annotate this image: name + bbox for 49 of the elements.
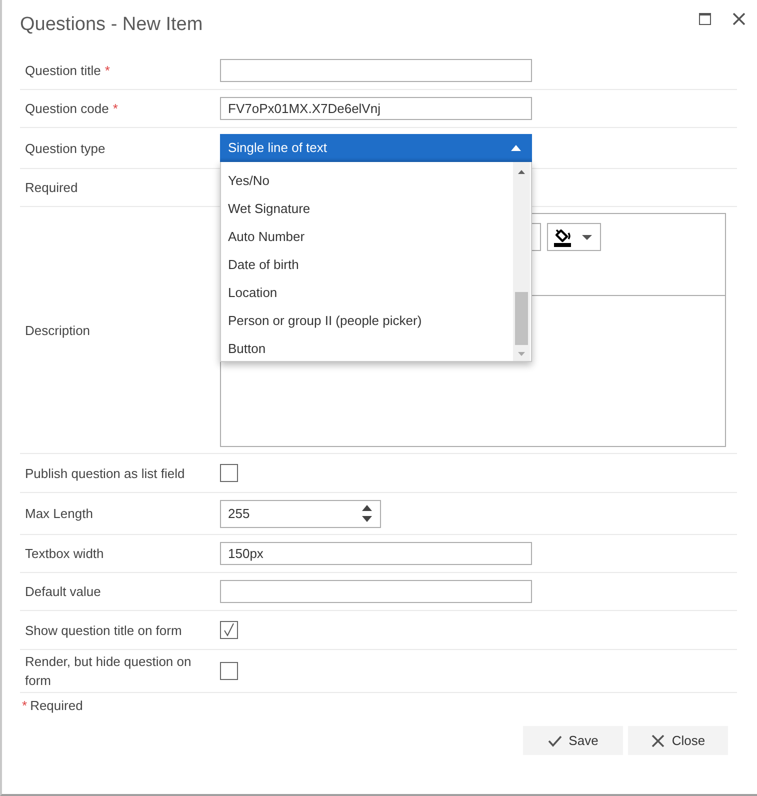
scrollbar-thumb[interactable]	[515, 292, 528, 345]
caret-icon[interactable]	[582, 234, 592, 240]
field-label: Description	[25, 322, 90, 338]
field-label: Render, but hide question on form	[25, 654, 192, 688]
down-arrow-icon[interactable]	[362, 516, 372, 522]
caret-icon	[511, 145, 521, 151]
scrollbar[interactable]	[513, 162, 530, 361]
required-mark: *	[104, 63, 110, 78]
required-note: Required	[30, 698, 83, 714]
text-field[interactable]	[220, 59, 532, 82]
field-label: Max Length	[25, 506, 93, 521]
field-label: Textbox width	[25, 546, 104, 561]
dropdown-option[interactable]: Yes/No	[221, 167, 513, 195]
field-label: Publish question as list field	[25, 466, 185, 480]
paint-bucket-icon	[554, 228, 572, 246]
dropdown-option[interactable]: Date of birth	[221, 251, 513, 279]
field-label: Question title	[25, 63, 101, 78]
text-field[interactable]	[220, 580, 532, 603]
field-label: Question type	[25, 140, 106, 156]
dropdown-option[interactable]: Person or group II (people picker)	[221, 307, 513, 335]
close-button[interactable]: Close	[628, 726, 728, 755]
window-title: Questions - New Item	[20, 13, 203, 37]
checkmark-icon	[221, 622, 237, 638]
number-value: 255	[228, 504, 250, 523]
close-icon	[650, 734, 665, 746]
close-icon[interactable]	[733, 13, 745, 25]
text-field[interactable]: FV7oPx01MX.X7De6elVnj	[220, 97, 532, 120]
question-type-dropdown[interactable]: Single line of text	[220, 134, 532, 162]
number-field[interactable]: 255	[220, 500, 381, 528]
checkbox[interactable]	[220, 621, 238, 639]
field-label: Default value	[25, 584, 101, 599]
dropdown-option[interactable]: Wet Signature	[221, 195, 513, 223]
scroll-up-icon[interactable]	[518, 170, 525, 174]
field-label: Question code	[25, 101, 109, 116]
maximize-icon[interactable]	[699, 13, 711, 25]
paint-bucket-button[interactable]	[547, 223, 601, 251]
checkbox[interactable]	[220, 662, 238, 680]
text-field[interactable]: 150px	[220, 542, 532, 565]
required-mark: *	[112, 101, 118, 116]
checkbox[interactable]	[220, 464, 238, 482]
save-button[interactable]: Save	[523, 726, 623, 755]
dropdown-option[interactable]: Location	[221, 279, 513, 307]
field-label: Show question title on form	[25, 622, 182, 638]
field-label: Required	[25, 180, 78, 195]
check-icon	[548, 734, 562, 746]
dropdown-option[interactable]: Button	[221, 335, 513, 361]
required-mark: *	[22, 698, 28, 714]
dropdown-option[interactable]: Auto Number	[221, 223, 513, 251]
up-arrow-icon[interactable]	[362, 505, 372, 511]
